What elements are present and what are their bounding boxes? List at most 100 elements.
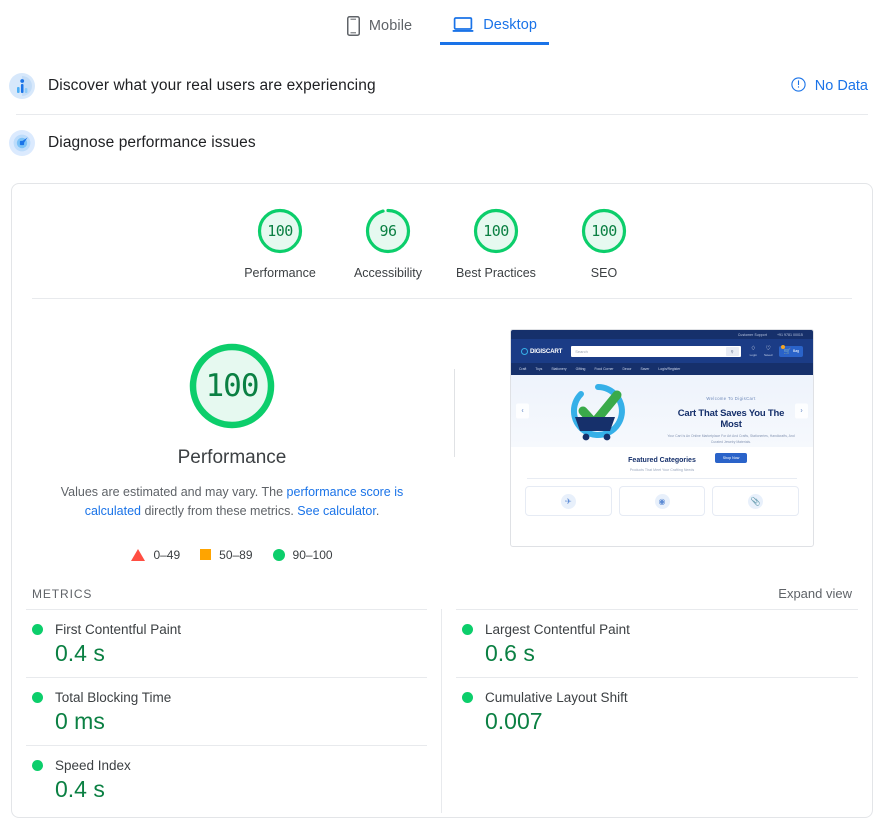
mobile-phone-icon	[347, 16, 360, 36]
thumb-nav-item: Saver	[641, 367, 650, 371]
thumb-support-text: Customer Support	[738, 333, 767, 337]
metric-label: Cumulative Layout Shift	[485, 690, 628, 705]
thumb-banner-copy: Welcome To DigisCart Cart That Saves You…	[666, 387, 796, 464]
cart-checkmark-illustration	[567, 383, 629, 443]
status-good-icon	[32, 624, 43, 635]
heart-icon: ♡	[766, 346, 771, 352]
thumb-search-icon: ⚲	[726, 347, 739, 356]
score-ring-accessibility: 96	[363, 206, 413, 256]
see-calculator-link[interactable]: See calculator	[297, 504, 376, 518]
thumb-banner-welcome: Welcome To DigisCart	[706, 396, 755, 401]
metric-total-blocking-time[interactable]: Total Blocking Time 0 ms	[26, 677, 427, 745]
status-good-icon	[462, 692, 473, 703]
note-text-3: .	[376, 504, 379, 518]
thumb-saved-action: ♡ Saved	[764, 346, 773, 357]
metric-cumulative-layout-shift[interactable]: Cumulative Layout Shift 0.007	[456, 677, 858, 745]
thumb-saved-label: Saved	[764, 353, 773, 357]
metric-label: Speed Index	[55, 758, 131, 773]
hero-score-ring: 100	[185, 339, 279, 433]
thumb-nav-item: Food Corner	[594, 367, 613, 371]
score-value-performance: 100	[255, 206, 305, 256]
circle-icon	[273, 549, 285, 561]
category-score-row: 100 Performance 96 Accessibility 100	[12, 184, 872, 298]
thumb-category-cards: ✈ ◉ 📎	[511, 479, 813, 516]
thumb-header: DIGISCART Search ⚲ ♢ Login ♡ Saved	[511, 339, 813, 363]
metric-name-row: Total Blocking Time	[32, 690, 427, 705]
thumb-cart-button: 🛒 Bag	[779, 346, 803, 357]
thumb-banner-heading: Cart That Saves You The Most	[666, 408, 796, 430]
metric-label: Total Blocking Time	[55, 690, 171, 705]
info-circle-icon	[791, 77, 806, 96]
metrics-column-left: First Contentful Paint 0.4 s Total Block…	[12, 609, 442, 813]
category-score-performance[interactable]: 100 Performance	[226, 206, 334, 280]
score-legend: 0–49 50–89 90–100	[131, 548, 332, 562]
user-icon: ♢	[751, 346, 756, 352]
tab-desktop[interactable]: Desktop	[450, 12, 539, 45]
thumb-phone-text: +91 9781 00015	[777, 333, 803, 337]
cart-icon: 🛒	[783, 348, 790, 355]
score-label-seo: SEO	[591, 266, 617, 280]
metric-value: 0.4 s	[32, 640, 427, 667]
legend-item-poor: 0–49	[131, 548, 180, 562]
legend-label-average: 50–89	[219, 548, 252, 562]
thumb-featured-subtitle: Products That Meet Your Crafting Needs	[511, 468, 813, 472]
thumb-cart-label: Bag	[793, 349, 799, 353]
score-ring-performance: 100	[255, 206, 305, 256]
metric-value: 0.4 s	[32, 776, 427, 803]
legend-item-good: 90–100	[273, 548, 333, 562]
note-text-2: directly from these metrics.	[141, 504, 297, 518]
thumb-account-actions: ♢ Login ♡ Saved 🛒 Bag	[750, 346, 803, 357]
metric-value: 0.007	[462, 708, 858, 735]
page-screenshot-thumbnail[interactable]: Customer Support +91 9781 00015 DIGISCAR…	[510, 329, 814, 547]
expand-view-button[interactable]: Expand view	[778, 586, 852, 601]
metric-name-row: Speed Index	[32, 758, 427, 773]
note-text-1: Values are estimated and may vary. The	[61, 485, 287, 499]
metric-value: 0 ms	[32, 708, 427, 735]
category-score-accessibility[interactable]: 96 Accessibility	[334, 206, 442, 280]
carousel-next-icon: ›	[795, 404, 808, 419]
no-data-status[interactable]: No Data	[791, 77, 868, 96]
thumb-nav-item: Toys	[535, 367, 542, 371]
square-icon	[200, 549, 211, 560]
metric-label: First Contentful Paint	[55, 622, 181, 637]
thumb-utility-bar: Customer Support +91 9781 00015	[511, 330, 813, 339]
category-score-best-practices[interactable]: 100 Best Practices	[442, 206, 550, 280]
hero-score-column: 100 Performance Values are estimated and…	[12, 327, 452, 562]
metrics-header: METRICS Expand view	[12, 576, 872, 609]
metric-name-row: First Contentful Paint	[32, 622, 427, 637]
metric-first-contentful-paint[interactable]: First Contentful Paint 0.4 s	[26, 609, 427, 677]
metric-value: 0.6 s	[462, 640, 858, 667]
score-value-best-practices: 100	[471, 206, 521, 256]
thumb-nav-item: Stationery	[551, 367, 566, 371]
metric-label: Largest Contentful Paint	[485, 622, 630, 637]
metric-name-row: Cumulative Layout Shift	[462, 690, 858, 705]
no-data-label: No Data	[815, 78, 868, 94]
metric-largest-contentful-paint[interactable]: Largest Contentful Paint 0.6 s	[456, 609, 858, 677]
thumb-nav-item: Decor	[622, 367, 631, 371]
score-label-performance: Performance	[244, 266, 316, 280]
performance-hero: 100 Performance Values are estimated and…	[12, 299, 872, 576]
legend-label-good: 90–100	[293, 548, 333, 562]
legend-label-poor: 0–49	[153, 548, 180, 562]
score-value-accessibility: 96	[363, 206, 413, 256]
score-value-seo: 100	[579, 206, 629, 256]
glasses-icon: ◉	[655, 494, 670, 509]
field-data-section-header: Discover what your real users are experi…	[0, 58, 884, 114]
score-label-accessibility: Accessibility	[354, 266, 422, 280]
metric-speed-index[interactable]: Speed Index 0.4 s	[26, 745, 427, 813]
thumb-logo-text: DIGISCART	[530, 348, 562, 355]
device-tab-bar: Mobile Desktop	[0, 0, 884, 58]
thumb-banner-subtitle: Your Cart Is An Online Marketplace For A…	[666, 434, 796, 446]
carousel-prev-icon: ‹	[516, 404, 529, 419]
thumb-search-field: Search ⚲	[571, 346, 740, 357]
hero-score-value: 100	[185, 339, 279, 433]
thumb-nav-bar: Craft Toys Stationery Gifting Food Corne…	[511, 363, 813, 375]
thumb-category-card: ✈	[525, 486, 612, 516]
field-data-title: Discover what your real users are experi…	[48, 77, 376, 95]
thumb-search-placeholder: Search	[575, 349, 588, 354]
logo-mark-icon	[521, 348, 528, 355]
tab-mobile[interactable]: Mobile	[345, 12, 414, 47]
legend-item-average: 50–89	[200, 548, 252, 562]
status-good-icon	[32, 692, 43, 703]
category-score-seo[interactable]: 100 SEO	[550, 206, 658, 280]
